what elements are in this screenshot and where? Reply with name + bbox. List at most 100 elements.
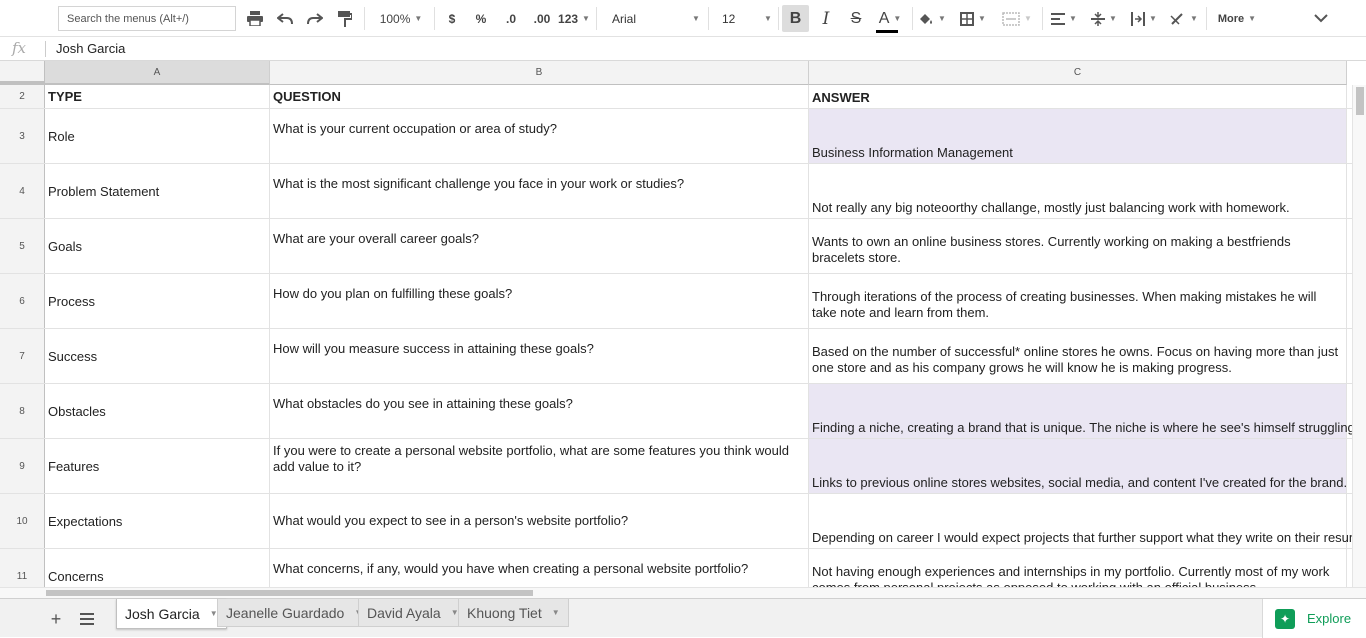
- cell-answer[interactable]: Not really any big noteoorthy challange,…: [809, 164, 1347, 218]
- cell-answer[interactable]: Business Information Management: [809, 109, 1347, 163]
- chevron-down-icon: ▼: [692, 14, 700, 23]
- cell-text: Depending on career I would expect proje…: [812, 530, 1352, 545]
- cell-question[interactable]: What is the most significant challenge y…: [270, 164, 809, 218]
- sheet-tab-josh-garcia[interactable]: Josh Garcia ▼: [116, 599, 227, 629]
- increase-decimals-button[interactable]: .00: [530, 6, 554, 31]
- explore-label: Explore: [1307, 611, 1352, 626]
- explore-button[interactable]: ✦ Explore: [1262, 599, 1366, 638]
- chevron-down-icon: ▼: [893, 14, 902, 23]
- sheet-tab-khuong-tiet[interactable]: Khuong Tiet ▼: [458, 599, 569, 627]
- cell-answer[interactable]: Not having enough experiences and intern…: [809, 549, 1347, 587]
- cell-answer[interactable]: Based on the number of successful* onlin…: [809, 329, 1347, 383]
- column-header-b[interactable]: B: [270, 61, 809, 85]
- cell-type[interactable]: Expectations: [45, 494, 270, 548]
- paint-format-icon[interactable]: [334, 6, 356, 31]
- row-header[interactable]: 3: [0, 109, 45, 163]
- vertical-scrollbar[interactable]: [1352, 85, 1366, 587]
- formula-input[interactable]: Josh Garcia: [56, 41, 125, 56]
- chevron-down-icon: ▼: [414, 14, 423, 23]
- text-rotation-button[interactable]: ▼: [1166, 6, 1202, 31]
- collapse-toolbar-icon[interactable]: [1308, 6, 1334, 31]
- cell-text: How do you plan on fulfilling these goal…: [273, 286, 513, 301]
- horizontal-scroll-thumb[interactable]: [46, 590, 533, 596]
- sheet-tab-label: David Ayala: [367, 604, 441, 621]
- search-menus-input[interactable]: Search the menus (Alt+/): [58, 6, 236, 31]
- add-sheet-icon[interactable]: +: [44, 607, 68, 631]
- table-row: 3 Role What is your current occupation or …: [0, 109, 1352, 164]
- cell-type[interactable]: Role: [45, 109, 270, 163]
- row-header[interactable]: 5: [0, 219, 45, 273]
- cell-answer[interactable]: Links to previous online stores websites…: [809, 439, 1347, 493]
- chevron-down-icon: ▼: [1190, 14, 1198, 23]
- cell-question[interactable]: What obstacles do you see in attaining t…: [270, 384, 809, 438]
- undo-icon[interactable]: [274, 6, 296, 31]
- vertical-align-button[interactable]: ▼: [1086, 6, 1122, 31]
- select-all-corner[interactable]: [0, 61, 45, 85]
- cell-type[interactable]: Features: [45, 439, 270, 493]
- cell-type[interactable]: Obstacles: [45, 384, 270, 438]
- sheet-tab-label: Khuong Tiet: [467, 604, 542, 621]
- sheet-tab-label: Josh Garcia: [125, 605, 200, 622]
- horizontal-align-button[interactable]: ▼: [1048, 6, 1080, 31]
- cell-answer[interactable]: Finding a niche, creating a brand that i…: [809, 384, 1352, 438]
- cell-question[interactable]: What would you expect to see in a person…: [270, 494, 809, 548]
- table-row: 7 Success How will you measure success in …: [0, 329, 1352, 384]
- cell-text: What is the most significant challenge y…: [273, 176, 685, 191]
- row-header[interactable]: 7: [0, 329, 45, 383]
- text-wrapping-button[interactable]: ▼: [1126, 6, 1162, 31]
- more-button[interactable]: More ▼: [1212, 6, 1262, 31]
- cell-question[interactable]: How do you plan on fulfilling these goal…: [270, 274, 809, 328]
- sheet-tab-jeanelle-guardado[interactable]: Jeanelle Guardado▼: [217, 599, 372, 627]
- fill-color-button[interactable]: ▼: [918, 6, 946, 31]
- row-header[interactable]: 4: [0, 164, 45, 218]
- column-header-c[interactable]: C: [809, 61, 1347, 85]
- cell-text: Wants to own an online business stores. …: [812, 234, 1291, 249]
- toolbar-divider: [434, 7, 435, 30]
- cell-answer[interactable]: Wants to own an online business stores. …: [809, 219, 1347, 273]
- strikethrough-button[interactable]: S: [844, 6, 868, 31]
- cell-type[interactable]: TYPE: [45, 85, 270, 108]
- row-header[interactable]: 6: [0, 274, 45, 328]
- italic-button[interactable]: I: [814, 6, 838, 31]
- bold-button[interactable]: B: [782, 5, 809, 32]
- text-color-button[interactable]: A ▼: [872, 6, 908, 33]
- row-header[interactable]: 8: [0, 384, 45, 438]
- cell-question[interactable]: What is your current occupation or area …: [270, 109, 809, 163]
- redo-icon[interactable]: [304, 6, 326, 31]
- chevron-down-icon[interactable]: ▼: [552, 608, 560, 617]
- cell-question[interactable]: What are your overall career goals?: [270, 219, 809, 273]
- cell-type[interactable]: Problem Statement: [45, 164, 270, 218]
- row-header[interactable]: 10: [0, 494, 45, 548]
- zoom-select[interactable]: 100% ▼: [372, 6, 430, 31]
- more-formats-button[interactable]: 123 ▼: [558, 6, 590, 31]
- currency-format-button[interactable]: $: [442, 6, 462, 31]
- cell-answer[interactable]: ANSWER: [809, 85, 1347, 108]
- cell-type[interactable]: Success: [45, 329, 270, 383]
- all-sheets-icon[interactable]: [75, 607, 99, 631]
- cell-type[interactable]: Process: [45, 274, 270, 328]
- row-header[interactable]: 11: [0, 549, 45, 587]
- sheet-tab-david-ayala[interactable]: David Ayala ▼: [358, 599, 468, 627]
- row-header[interactable]: 2: [0, 85, 45, 108]
- row-header[interactable]: 9: [0, 439, 45, 493]
- cell-type[interactable]: Concerns: [45, 549, 270, 587]
- font-family-select[interactable]: Arial ▼: [602, 6, 702, 31]
- font-size-select[interactable]: 12 ▼: [712, 6, 774, 31]
- merge-cells-button[interactable]: ▼: [998, 6, 1036, 31]
- cell-question[interactable]: How will you measure success in attainin…: [270, 329, 809, 383]
- cell-type[interactable]: Goals: [45, 219, 270, 273]
- decrease-decimals-button[interactable]: .0: [500, 6, 522, 31]
- column-header-a[interactable]: A: [45, 61, 270, 85]
- table-row: 2 TYPE QUESTION ANSWER: [0, 85, 1352, 109]
- cell-question[interactable]: What concerns, if any, would you have wh…: [270, 549, 809, 587]
- vertical-scroll-thumb[interactable]: [1356, 87, 1364, 115]
- cell-answer[interactable]: Through iterations of the process of cre…: [809, 274, 1347, 328]
- borders-button[interactable]: ▼: [956, 6, 990, 31]
- print-icon[interactable]: [244, 6, 266, 31]
- chevron-down-icon: ▼: [938, 14, 946, 23]
- cell-question[interactable]: QUESTION: [270, 85, 809, 108]
- percent-format-button[interactable]: %: [470, 6, 492, 31]
- cell-answer[interactable]: Depending on career I would expect proje…: [809, 494, 1352, 548]
- cell-question[interactable]: If you were to create a personal website…: [270, 439, 809, 493]
- horizontal-scrollbar[interactable]: [0, 587, 1366, 598]
